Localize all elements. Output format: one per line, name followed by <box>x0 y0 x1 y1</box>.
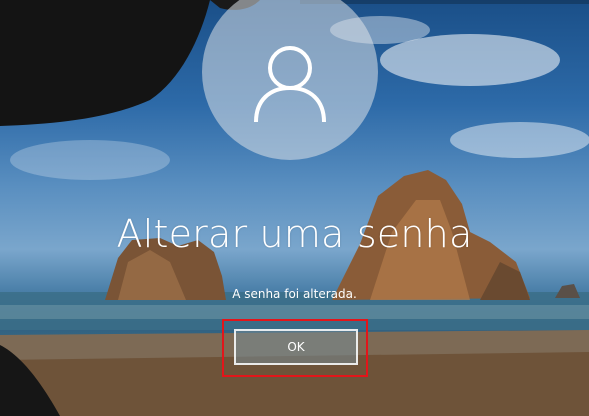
lock-screen: Alterar uma senha A senha foi alterada. … <box>0 0 589 416</box>
ok-button[interactable]: OK <box>234 329 358 365</box>
page-title: Alterar uma senha <box>116 212 473 256</box>
user-icon <box>254 46 326 123</box>
status-message: A senha foi alterada. <box>232 287 357 301</box>
